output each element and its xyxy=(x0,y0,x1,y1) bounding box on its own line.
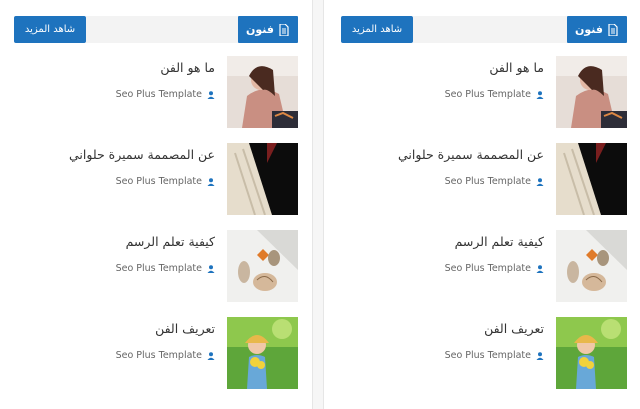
category-tag[interactable]: فنون xyxy=(238,16,298,43)
header-bar xyxy=(86,16,239,43)
user-icon xyxy=(536,264,544,273)
widget-header: فنون شاهد المزيد xyxy=(14,16,298,43)
user-icon xyxy=(207,90,215,99)
thumbnail-woman-painting xyxy=(227,56,298,128)
user-icon xyxy=(536,90,544,99)
user-icon xyxy=(207,264,215,273)
widget-header: فنون شاهد المزيد xyxy=(341,16,627,43)
post-item[interactable]: كيفية تعلم الرسم Seo Plus Template xyxy=(13,230,298,302)
thumbnail-child-flowers xyxy=(556,317,627,389)
post-item[interactable]: تعريف الفن Seo Plus Template xyxy=(13,317,298,389)
see-more-button[interactable]: شاهد المزيد xyxy=(14,16,86,43)
thumbnail-shells-drawing xyxy=(556,230,627,302)
post-title[interactable]: ما هو الفن xyxy=(445,60,544,76)
post-author[interactable]: Seo Plus Template xyxy=(116,176,202,187)
post-meta: Seo Plus Template xyxy=(398,176,544,187)
post-author[interactable]: Seo Plus Template xyxy=(445,176,531,187)
post-title[interactable]: عن المصممة سميرة حلواني xyxy=(69,147,215,163)
post-title[interactable]: ما هو الفن xyxy=(116,60,215,76)
post-thumbnail[interactable] xyxy=(227,230,298,302)
post-meta: Seo Plus Template xyxy=(445,350,544,361)
post-author[interactable]: Seo Plus Template xyxy=(116,263,202,274)
post-thumbnail[interactable] xyxy=(556,317,627,389)
thumbnail-child-flowers xyxy=(227,317,298,389)
post-item[interactable]: ما هو الفن Seo Plus Template xyxy=(342,56,627,128)
post-thumbnail[interactable] xyxy=(556,56,627,128)
header-bar xyxy=(413,16,568,43)
see-more-button[interactable]: شاهد المزيد xyxy=(341,16,413,43)
post-thumbnail[interactable] xyxy=(556,143,627,215)
post-thumbnail[interactable] xyxy=(227,317,298,389)
document-icon xyxy=(279,23,289,36)
post-title[interactable]: تعريف الفن xyxy=(445,321,544,337)
post-item[interactable]: تعريف الفن Seo Plus Template xyxy=(342,317,627,389)
thumbnail-fabric xyxy=(227,143,298,215)
category-label: فنون xyxy=(246,23,274,36)
user-icon xyxy=(207,177,215,186)
thumbnail-woman-painting xyxy=(556,56,627,128)
post-author[interactable]: Seo Plus Template xyxy=(445,89,531,100)
post-meta: Seo Plus Template xyxy=(445,263,544,274)
post-thumbnail[interactable] xyxy=(227,143,298,215)
post-title[interactable]: كيفية تعلم الرسم xyxy=(116,234,215,250)
post-meta: Seo Plus Template xyxy=(69,176,215,187)
post-meta: Seo Plus Template xyxy=(116,350,215,361)
thumbnail-shells-drawing xyxy=(227,230,298,302)
post-title[interactable]: تعريف الفن xyxy=(116,321,215,337)
post-author[interactable]: Seo Plus Template xyxy=(116,350,202,361)
user-icon xyxy=(536,177,544,186)
post-title[interactable]: كيفية تعلم الرسم xyxy=(445,234,544,250)
user-icon xyxy=(207,351,215,360)
post-author[interactable]: Seo Plus Template xyxy=(116,89,202,100)
post-author[interactable]: Seo Plus Template xyxy=(445,263,531,274)
post-item[interactable]: عن المصممة سميرة حلواني Seo Plus Templat… xyxy=(13,143,298,215)
posts-widget-left: فنون شاهد المزيد ما هو الفن Seo Plus Tem… xyxy=(0,0,310,409)
post-item[interactable]: ما هو الفن Seo Plus Template xyxy=(13,56,298,128)
post-item[interactable]: كيفية تعلم الرسم Seo Plus Template xyxy=(342,230,627,302)
post-meta: Seo Plus Template xyxy=(116,89,215,100)
post-title[interactable]: عن المصممة سميرة حلواني xyxy=(398,147,544,163)
post-thumbnail[interactable] xyxy=(227,56,298,128)
user-icon xyxy=(536,351,544,360)
document-icon xyxy=(608,23,618,36)
post-meta: Seo Plus Template xyxy=(445,89,544,100)
post-thumbnail[interactable] xyxy=(556,230,627,302)
thumbnail-fabric xyxy=(556,143,627,215)
category-tag[interactable]: فنون xyxy=(567,16,627,43)
category-label: فنون xyxy=(575,23,603,36)
post-meta: Seo Plus Template xyxy=(116,263,215,274)
posts-widget-right: فنون شاهد المزيد ما هو الفن Seo Plus Tem… xyxy=(325,0,640,409)
column-divider xyxy=(312,0,324,409)
post-item[interactable]: عن المصممة سميرة حلواني Seo Plus Templat… xyxy=(342,143,627,215)
post-author[interactable]: Seo Plus Template xyxy=(445,350,531,361)
